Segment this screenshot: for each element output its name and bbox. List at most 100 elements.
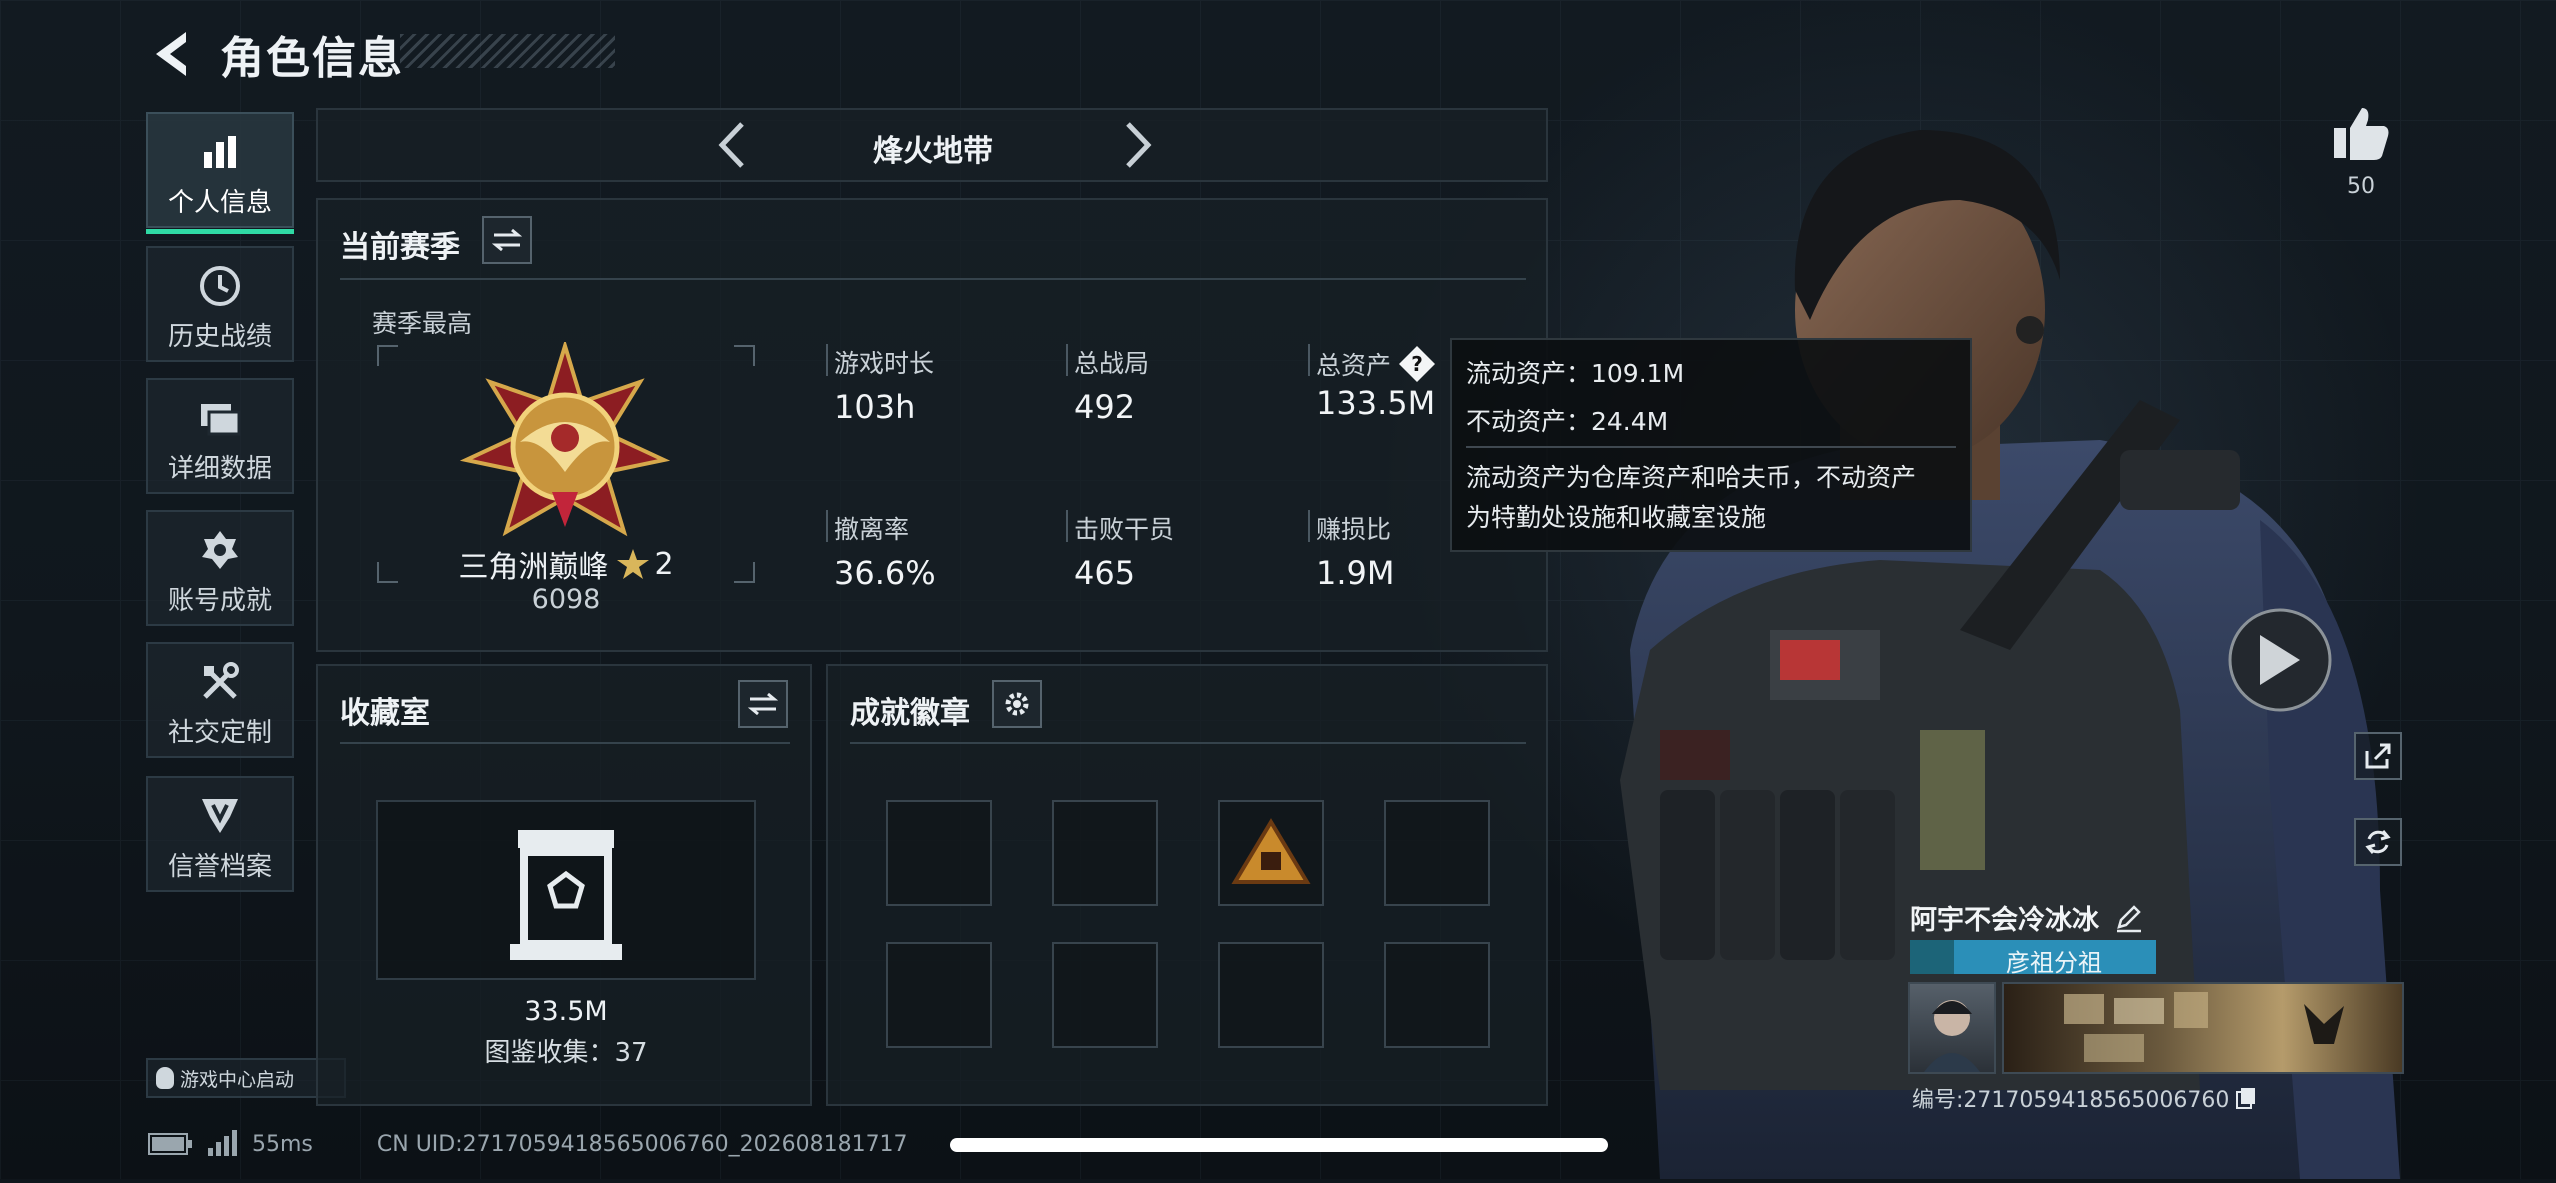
stat-divider [826,510,828,542]
nav-item-credit-record[interactable]: 信誉档案 [146,776,294,892]
assets-tooltip: 流动资产：109.1M 不动资产：24.4M 流动资产为仓库资产和哈夫币，不动资… [1450,338,1972,552]
page-title: 角色信息 [220,33,404,84]
nav-item-personal-info[interactable]: 个人信息 [146,112,294,234]
badge-slot[interactable] [1218,800,1324,906]
nav-item-account-achievements[interactable]: 账号成就 [146,510,294,626]
collection-title: 收藏室 [340,696,430,731]
stat-value: 492 [1074,388,1136,426]
stat-play-time: 游戏时长 103h [826,344,934,426]
swap-icon [748,692,778,716]
clock-icon [148,264,292,308]
display-case-icon [510,830,622,960]
tooltip-description-line: 为特勤处设施和收藏室设施 [1466,503,1767,532]
copy-id-button[interactable] [2235,1086,2257,1110]
title-divider [850,742,1526,744]
stat-value: 103h [834,388,916,426]
rank-score: 6098 [531,584,601,615]
stat-total-matches: 总战局 492 [1066,344,1149,426]
tooltip-description-line: 流动资产为仓库资产和哈夫币，不动资产 [1466,463,1917,492]
nav-item-label: 账号成就 [167,586,272,616]
rank-title: 三角洲巅峰 2 [456,542,676,586]
badge-slot[interactable] [1052,942,1158,1048]
share-button[interactable] [2354,732,2402,780]
season-highest-label: 赛季最高 [372,309,473,338]
badge-slot[interactable] [886,942,992,1048]
group-name: 彦祖分祖 [2006,949,2102,977]
stat-operators-defeated: 击败干员 465 [1066,510,1174,592]
badge-slot[interactable] [1384,800,1490,906]
nav-item-label: 详细数据 [167,454,272,484]
badge-slot[interactable] [1384,942,1490,1048]
group-avatar-icon [1910,940,1954,974]
stat-label: 赚损比 [1316,515,1392,544]
bar-chart-icon [148,130,292,174]
player-avatar[interactable] [1908,982,1996,1074]
nav-item-social-custom[interactable]: 社交定制 [146,642,294,758]
prev-mode-button[interactable] [708,120,758,170]
refresh-button[interactable] [2354,818,2402,866]
ping-value: 55ms [252,1131,313,1157]
share-icon [2365,743,2391,769]
profile-banner[interactable] [2002,982,2404,1074]
collection-showcase[interactable] [376,800,756,980]
title-divider [340,278,1526,280]
collection-switch-button[interactable] [738,680,788,728]
stat-extract-rate: 撤离率 36.6% [826,510,936,592]
mode-label: 烽火地带 [873,134,993,169]
badge-slot[interactable] [886,800,992,906]
stat-value: 36.6% [834,554,936,592]
nav-item-history[interactable]: 历史战绩 [146,246,294,362]
swap-icon [492,228,522,252]
title-divider [340,742,790,744]
rank-stars: 2 [654,546,674,582]
stat-value: 1.9M [1316,554,1395,592]
signal-icon [208,1130,237,1156]
player-name: 阿宇不会冷冰冰 [1910,905,2099,936]
tooltip-divider [1466,446,1956,448]
edit-name-button[interactable] [2113,903,2143,933]
chevron-left-icon [718,122,744,168]
player-id-row: 编号:2717059418565006760 [1912,1082,2257,1114]
question-icon: ? [1399,346,1436,382]
uid-text: CN UID:2717059418565006760_202608181717 [376,1131,908,1157]
achievement-badges-panel: 成就徽章 [826,664,1548,1106]
achievements-title: 成就徽章 [850,696,970,731]
help-button[interactable]: ? [1397,344,1437,384]
nav-item-detailed-data[interactable]: 详细数据 [146,378,294,494]
folder-icon [148,396,292,440]
like-count: 50 [2347,174,2375,199]
nav-item-label: 历史战绩 [167,322,272,352]
stat-profit-loss-ratio: 赚损比 1.9M [1308,510,1395,592]
home-indicator[interactable] [950,1138,1608,1152]
badge-settings-button[interactable] [992,680,1042,728]
tooltip-liquid-assets: 流动资产：109.1M [1466,359,1685,388]
group-tag[interactable]: 彦祖分祖 [1910,940,2156,977]
badge-slot[interactable] [1218,942,1324,1048]
stat-label: 总资产 [1316,351,1392,380]
next-mode-button[interactable] [1112,120,1162,170]
rank-emblem-icon [459,339,671,552]
qq-icon [156,1067,174,1089]
stat-divider [1308,344,1310,376]
back-button[interactable] [148,28,192,80]
gear-icon [1005,692,1029,716]
stat-divider [1308,510,1310,542]
season-switch-button[interactable] [482,216,532,264]
nav-item-label: 信誉档案 [167,852,272,882]
stat-divider [1066,510,1068,542]
copy-icon [2236,1088,2256,1109]
stat-divider [1066,344,1068,376]
player-id: 编号:2717059418565006760 [1912,1088,2230,1113]
pencil-icon [2117,904,2141,932]
player-name-row: 阿宇不会冷冰冰 [1910,898,2143,937]
stat-value: 133.5M [1316,384,1436,422]
stat-divider [826,344,828,376]
badge-slot[interactable] [1052,800,1158,906]
nav-item-label: 个人信息 [167,188,272,218]
status-bar: 55ms CN UID:2717059418565006760_20260818… [148,1130,908,1158]
like-button[interactable] [2330,104,2392,162]
nav-item-label: 社交定制 [167,718,272,748]
stat-total-assets: 总资产 ? 133.5M [1308,344,1437,422]
refresh-icon [2365,830,2391,854]
thumbs-up-icon [2334,108,2389,160]
